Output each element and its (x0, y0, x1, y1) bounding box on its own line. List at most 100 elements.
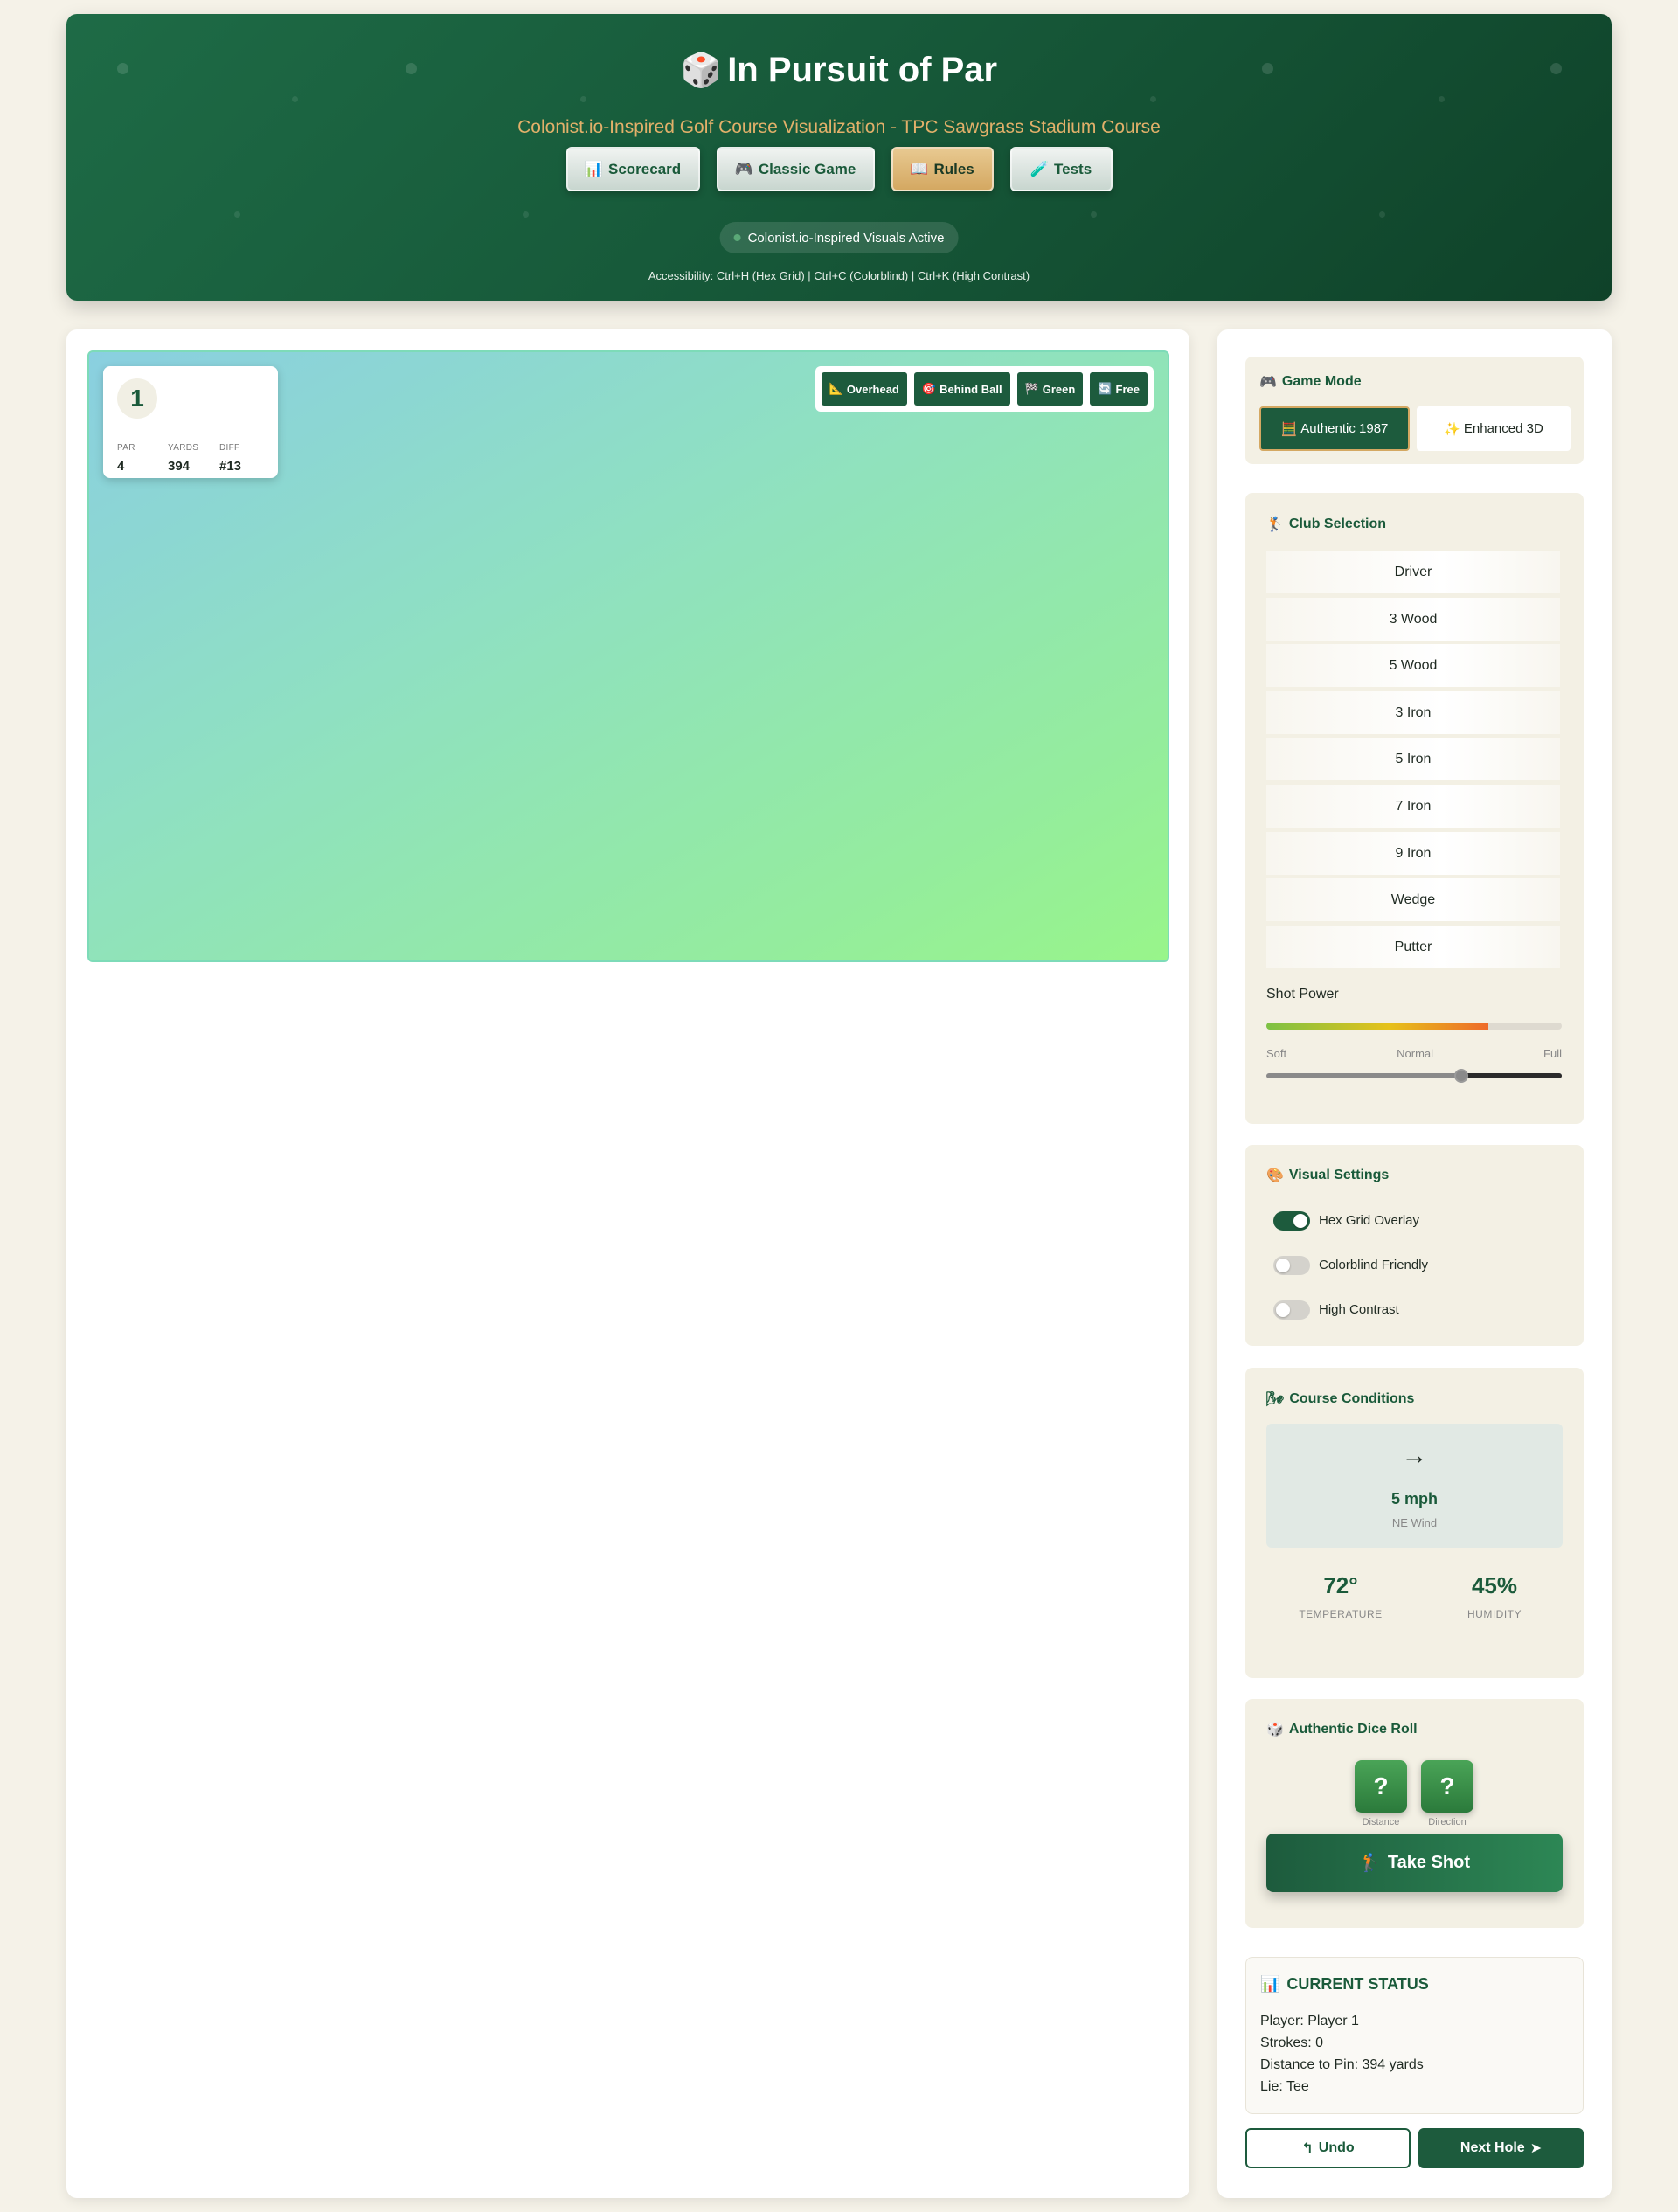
free-view-button[interactable]: 🔄 Free (1090, 372, 1148, 406)
visual-settings-title: 🎨 Visual Settings (1266, 1167, 1389, 1184)
yards-value: 394 (168, 459, 191, 474)
club-selection-panel: 🏌 Club Selection Driver 3 Wood 5 Wood 3 … (1245, 493, 1584, 1124)
chart-icon: 📊 (584, 160, 603, 177)
direction-die: ? (1421, 1760, 1473, 1813)
main-content: 1 PAR YARDS DIFF 4 394 #13 📐 Overhead 🎯 Be… (66, 329, 1189, 2198)
shot-power-label: Shot Power (1266, 987, 1339, 1002)
decorative-dot (1091, 211, 1097, 218)
dice-icon: 🎲 (1266, 1723, 1284, 1737)
status-player: Player: Player 1 (1260, 2014, 1359, 2028)
status-lie: Lie: Tee (1260, 2079, 1309, 2094)
test-tube-icon: 🧪 (1030, 160, 1049, 177)
current-status-panel: 📊 CURRENT STATUS Player: Player 1 Stroke… (1245, 1957, 1584, 2114)
par-value: 4 (117, 459, 125, 474)
temperature-label: TEMPERATURE (1299, 1608, 1383, 1620)
sparkles-icon: ✨ (1444, 421, 1460, 437)
take-shot-button[interactable]: 🏌 Take Shot (1266, 1834, 1563, 1892)
dice-roll-panel: 🎲 Authentic Dice Roll ? ? Distance Direc… (1245, 1699, 1584, 1928)
club-3-wood[interactable]: 3 Wood (1266, 598, 1560, 642)
decorative-dot (1439, 96, 1445, 102)
behind-ball-view-button[interactable]: 🎯 Behind Ball (913, 372, 1010, 406)
humidity-stat: 45% HUMIDITY (1420, 1572, 1569, 1620)
green-view-button[interactable]: 🏁 Green (1016, 372, 1084, 406)
dice-roll-title: 🎲 Authentic Dice Roll (1266, 1721, 1418, 1738)
direction-die-label: Direction (1428, 1817, 1467, 1827)
mode-enhanced-3d[interactable]: ✨ Enhanced 3D (1417, 406, 1571, 451)
take-shot-label: Take Shot (1387, 1853, 1470, 1872)
rules-label: Rules (933, 160, 974, 177)
undo-label: Undo (1318, 2140, 1355, 2155)
colorblind-toggle[interactable] (1273, 1256, 1310, 1275)
behind-ball-label: Behind Ball (940, 382, 1002, 396)
power-ticks: Soft Normal Full (1266, 1047, 1562, 1060)
shot-power-bar (1266, 1023, 1562, 1030)
mode-authentic-1987[interactable]: 🧮 Authentic 1987 (1259, 406, 1410, 451)
abacus-icon: 🧮 (1280, 421, 1298, 437)
course-conditions-title: 🌬 Course Conditions (1266, 1390, 1414, 1408)
status-distance: Distance to Pin: 394 yards (1260, 2057, 1424, 2072)
club-5-iron[interactable]: 5 Iron (1266, 738, 1560, 782)
palette-icon: 🎨 (1266, 1168, 1284, 1183)
decorative-dot (292, 96, 298, 102)
overhead-view-button[interactable]: 📐 Overhead (821, 372, 907, 406)
hole-info-card: 1 PAR YARDS DIFF 4 394 #13 (103, 366, 278, 478)
gamepad-icon: 🎮 (734, 160, 753, 177)
book-icon: 📖 (910, 160, 929, 177)
current-status-title-text: CURRENT STATUS (1286, 1975, 1429, 1993)
club-wedge[interactable]: Wedge (1266, 878, 1560, 923)
visual-settings-title-text: Visual Settings (1288, 1168, 1390, 1182)
arrow-right-icon: ➤ (1529, 2141, 1543, 2156)
next-hole-label: Next Hole (1460, 2140, 1525, 2155)
course-conditions-title-text: Course Conditions (1289, 1391, 1415, 1406)
yards-label: YARDS (168, 443, 199, 453)
tick-soft: Soft (1266, 1047, 1287, 1060)
toggle-knob (1276, 1303, 1290, 1317)
checkered-flag-icon: 🏁 (1024, 382, 1039, 395)
slider-track-remaining (1461, 1073, 1562, 1078)
club-driver[interactable]: Driver (1266, 551, 1560, 595)
tick-normal: Normal (1397, 1047, 1434, 1060)
shot-power-slider[interactable] (1266, 1069, 1562, 1083)
hex-grid-label: Hex Grid Overlay (1319, 1213, 1420, 1228)
game-mode-title-text: Game Mode (1281, 374, 1362, 389)
club-7-iron[interactable]: 7 Iron (1266, 785, 1560, 829)
hex-grid-toggle[interactable] (1273, 1211, 1310, 1231)
next-hole-button[interactable]: Next Hole ➤ (1418, 2128, 1584, 2168)
club-5-wood[interactable]: 5 Wood (1266, 644, 1560, 689)
diff-label: DIFF (219, 443, 240, 453)
game-mode-title: 🎮 Game Mode (1259, 373, 1362, 391)
distance-die: ? (1355, 1760, 1407, 1813)
status-dot-icon (733, 234, 741, 241)
mode-authentic-label: Authentic 1987 (1300, 421, 1389, 436)
control-sidebar: 🎮 Game Mode 🧮 Authentic 1987 ✨ Enhanced … (1217, 329, 1612, 2198)
hole-number: 1 (117, 378, 157, 419)
club-9-iron[interactable]: 9 Iron (1266, 832, 1560, 877)
colorblind-label: Colorblind Friendly (1319, 1258, 1429, 1272)
rotate-icon: 🔄 (1098, 382, 1113, 395)
decorative-dot (1379, 211, 1385, 218)
club-putter[interactable]: Putter (1266, 926, 1560, 970)
dice-roll-title-text: Authentic Dice Roll (1288, 1722, 1418, 1737)
wind-speed: 5 mph (1390, 1490, 1438, 1508)
course-view[interactable]: 1 PAR YARDS DIFF 4 394 #13 📐 Overhead 🎯 Be… (87, 350, 1169, 962)
classic-game-button[interactable]: 🎮 Classic Game (716, 147, 875, 191)
distance-die-label: Distance (1362, 1817, 1400, 1827)
decorative-dot (523, 211, 529, 218)
slider-handle[interactable] (1454, 1069, 1469, 1083)
status-strokes: Strokes: 0 (1260, 2035, 1324, 2050)
temperature-value: 72° (1323, 1572, 1358, 1598)
high-contrast-label: High Contrast (1319, 1302, 1399, 1317)
scorecard-button[interactable]: 📊 Scorecard (565, 147, 700, 191)
toggle-knob (1293, 1214, 1307, 1228)
undo-button[interactable]: ↰ Undo (1245, 2128, 1411, 2168)
toggle-knob (1276, 1259, 1290, 1272)
page-title-text: In Pursuit of Par (727, 51, 998, 89)
club-selection-title-text: Club Selection (1288, 517, 1387, 531)
rules-button[interactable]: 📖 Rules (891, 147, 994, 191)
tests-button[interactable]: 🧪 Tests (1009, 147, 1113, 191)
high-contrast-toggle[interactable] (1273, 1300, 1310, 1320)
club-3-iron[interactable]: 3 Iron (1266, 691, 1560, 736)
target-icon: 🎯 (921, 382, 937, 395)
camera-view-controls: 📐 Overhead 🎯 Behind Ball 🏁 Green 🔄 Free (815, 366, 1154, 412)
golfer-icon: 🏌 (1266, 517, 1284, 532)
